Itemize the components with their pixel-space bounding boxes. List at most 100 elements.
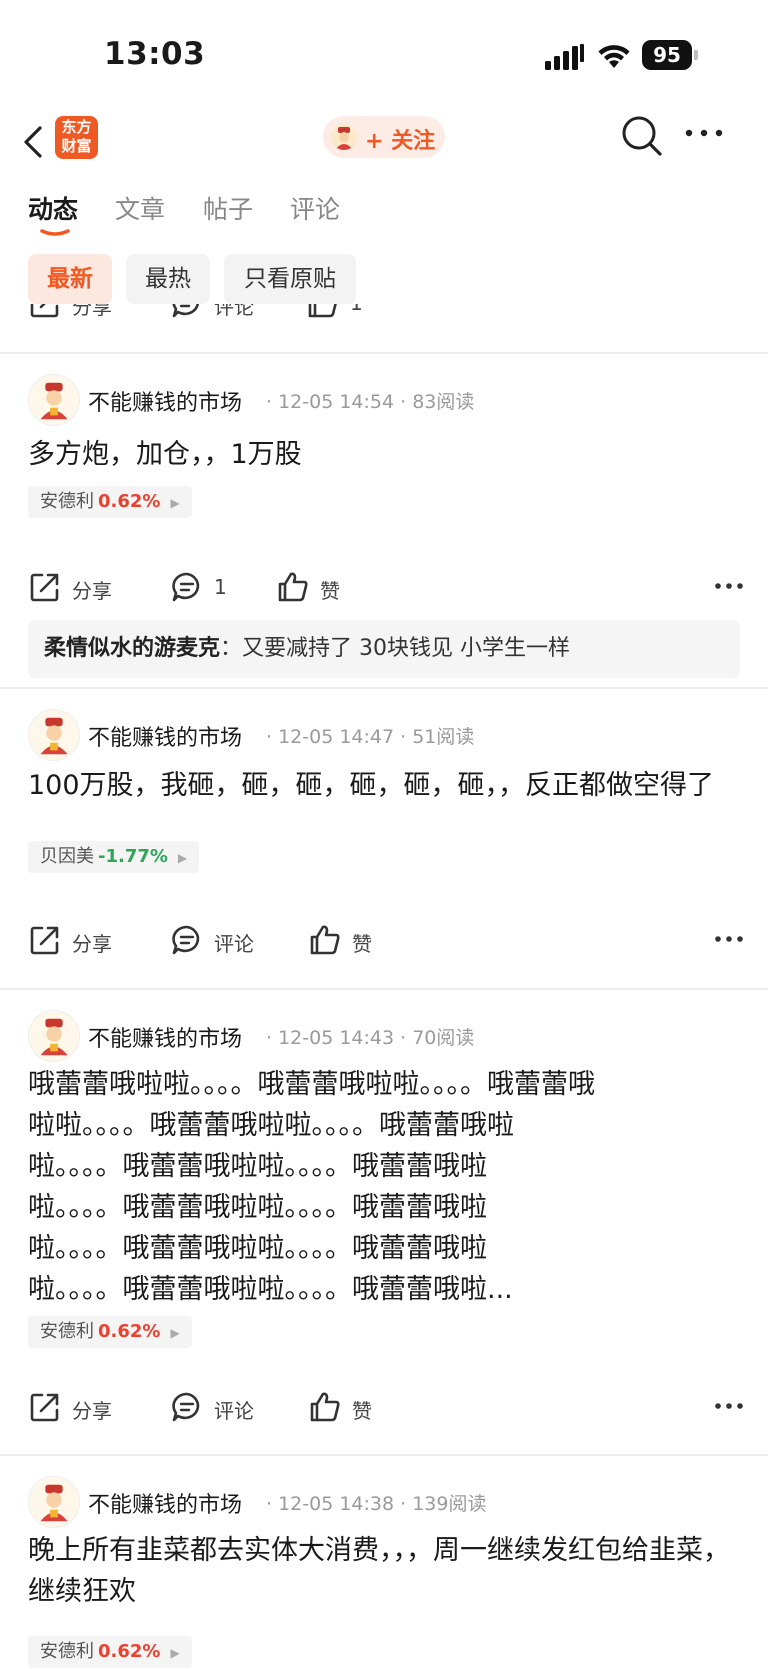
comment-button[interactable]: 评论 <box>170 921 260 961</box>
avatar[interactable] <box>28 374 80 426</box>
tab-dynamic[interactable]: 动态 <box>28 190 78 226</box>
post-text[interactable]: 100万股，我砸，砸，砸，砸，砸，砸，，反正都做空得了 <box>28 765 744 806</box>
chevron-right-icon: ▶ <box>170 496 180 510</box>
post-text[interactable]: 晚上所有韭菜都去实体大消费，，，周一继续发红包给韭菜，继续狂欢 <box>28 1530 744 1612</box>
post-header: 不能赚钱的市场 · 12-05 14:54 · 83阅读 <box>28 374 748 430</box>
author-name[interactable]: 不能赚钱的市场 <box>88 1487 242 1519</box>
filter-hottest[interactable]: 最热 <box>126 254 210 304</box>
tab-posts[interactable]: 帖子 <box>203 190 253 226</box>
post-actions: 分享 1 赞 <box>28 568 744 608</box>
share-button[interactable]: 分享 <box>28 304 118 324</box>
hot-comment[interactable]: 柔情似水的游麦克：又要减持了 30块钱见 小学生一样 <box>28 620 740 678</box>
chevron-right-icon: ▶ <box>170 1646 180 1660</box>
share-label: 分享 <box>72 932 112 956</box>
stock-tag[interactable]: 贝因美 -1.77% ▶ <box>28 841 200 873</box>
comment-separator: ： <box>220 636 243 661</box>
thumbs-up-icon <box>278 572 308 602</box>
filter-original-only[interactable]: 只看原贴 <box>224 254 356 304</box>
stock-name: 贝因美 <box>40 846 94 867</box>
like-label: 赞 <box>320 579 340 603</box>
comment-icon <box>172 304 200 318</box>
share-button[interactable]: 分享 <box>28 1388 118 1428</box>
back-icon[interactable] <box>22 120 46 164</box>
logo-line-1: 东方 <box>61 118 92 136</box>
post-header: 不能赚钱的市场 · 12-05 14:47 · 51阅读 <box>28 709 748 765</box>
avatar[interactable] <box>28 1476 80 1528</box>
share-button[interactable]: 分享 <box>28 921 118 961</box>
stock-name: 安德利 <box>40 491 94 512</box>
more-icon[interactable] <box>714 580 744 592</box>
post-card[interactable]: 不能赚钱的市场 · 12-05 14:43 · 70阅读 哦蕾蕾哦啦啦。。。。哦… <box>0 990 768 1456</box>
thumbs-up-icon <box>310 925 340 955</box>
avatar[interactable] <box>28 709 80 761</box>
follow-label: + 关注 <box>365 129 436 154</box>
share-label: 分享 <box>72 304 112 319</box>
battery-tip <box>694 50 698 60</box>
post-meta: · 12-05 14:47 · 51阅读 <box>266 726 475 748</box>
post-card[interactable]: 不能赚钱的市场 · 12-05 14:54 · 83阅读 多方炮，加仓，，1万股… <box>0 354 768 678</box>
like-button[interactable]: 赞 <box>308 1388 378 1428</box>
comment-button[interactable]: 评论 <box>170 304 260 324</box>
post-header: 不能赚钱的市场 · 12-05 14:38 · 139阅读 <box>28 1476 748 1532</box>
share-label: 分享 <box>72 579 112 603</box>
share-icon <box>30 304 59 318</box>
app-logo[interactable]: 东方 财富 <box>55 116 98 159</box>
stock-tag[interactable]: 安德利 0.62% ▶ <box>28 1316 192 1348</box>
like-label: 赞 <box>352 1399 372 1423</box>
profile-tabs: 动态 文章 帖子 评论 <box>0 182 768 242</box>
post-card[interactable]: 不能赚钱的市场 · 12-05 14:38 · 139阅读 晚上所有韭菜都去实体… <box>0 1456 768 1669</box>
stock-change: -1.77% <box>98 846 168 867</box>
more-icon[interactable] <box>714 1400 744 1412</box>
stock-tag[interactable]: 安德利 0.62% ▶ <box>28 1636 192 1668</box>
post-actions: 分享 评论 赞 <box>28 1388 744 1428</box>
stock-tag[interactable]: 安德利 0.62% ▶ <box>28 486 192 518</box>
comment-count: 1 <box>214 575 227 599</box>
filter-latest[interactable]: 最新 <box>28 254 112 304</box>
author-name[interactable]: 不能赚钱的市场 <box>88 1021 242 1053</box>
thumbs-up-icon <box>308 304 337 318</box>
stock-name: 安德利 <box>40 1641 94 1662</box>
status-bar: 13:03 95 <box>0 0 768 110</box>
tab-articles[interactable]: 文章 <box>115 190 165 226</box>
status-time: 13:03 <box>104 36 206 72</box>
like-button[interactable]: 赞 <box>308 921 378 961</box>
post-text[interactable]: 多方炮，加仓，，1万股 <box>28 434 744 475</box>
stock-change: 0.62% <box>98 1641 161 1662</box>
stock-change: 0.62% <box>98 1321 161 1342</box>
like-button[interactable]: 赞 <box>276 568 346 608</box>
comment-label: 评论 <box>214 1399 254 1423</box>
comment-author[interactable]: 柔情似水的游麦克 <box>44 636 220 661</box>
author-name[interactable]: 不能赚钱的市场 <box>88 385 242 417</box>
post-card[interactable]: 不能赚钱的市场 · 12-05 14:47 · 51阅读 100万股，我砸，砸，… <box>0 689 768 989</box>
comment-button[interactable]: 评论 <box>170 1388 260 1428</box>
post-meta: · 12-05 14:54 · 83阅读 <box>266 391 475 413</box>
share-button[interactable]: 分享 <box>28 568 118 608</box>
comment-icon <box>172 1392 200 1422</box>
like-button[interactable]: 1 <box>306 304 376 324</box>
chevron-right-icon: ▶ <box>177 851 188 865</box>
post-meta: · 12-05 14:38 · 139阅读 <box>266 1493 487 1515</box>
more-icon[interactable] <box>684 126 724 140</box>
tab-comments[interactable]: 评论 <box>290 190 340 226</box>
post-header: 不能赚钱的市场 · 12-05 14:43 · 70阅读 <box>28 1010 748 1066</box>
avatar[interactable] <box>28 1010 80 1062</box>
share-icon <box>30 1393 59 1422</box>
post-actions: 分享 评论 赞 <box>28 921 744 961</box>
search-icon[interactable] <box>620 114 664 158</box>
follow-button[interactable]: + 关注 <box>323 116 445 158</box>
more-icon[interactable] <box>714 933 744 945</box>
partial-action-row: 分享 评论 1 <box>0 304 768 336</box>
share-label: 分享 <box>72 1399 112 1423</box>
text-line: 啦。。。。哦蕾蕾哦啦啦。。。。哦蕾蕾哦啦 <box>28 1192 487 1223</box>
chevron-right-icon: ▶ <box>170 1326 180 1340</box>
like-label: 赞 <box>352 932 372 956</box>
text-line: 哦蕾蕾哦啦啦。。。。哦蕾蕾哦啦啦。。。。哦蕾蕾哦 <box>28 1069 595 1100</box>
post-meta: · 12-05 14:43 · 70阅读 <box>266 1027 475 1049</box>
wifi-icon <box>598 45 630 68</box>
author-name[interactable]: 不能赚钱的市场 <box>88 720 242 752</box>
comment-button[interactable]: 1 <box>170 568 240 608</box>
post-text[interactable]: 哦蕾蕾哦啦啦。。。。哦蕾蕾哦啦啦。。。。哦蕾蕾哦 啦啦。。。。哦蕾蕾哦啦啦。。。… <box>28 1064 744 1310</box>
thumbs-up-icon <box>310 1392 340 1422</box>
text-line: 啦啦。。。。哦蕾蕾哦啦啦。。。。哦蕾蕾哦啦 <box>28 1110 514 1141</box>
cellular-signal-icon <box>545 44 584 70</box>
